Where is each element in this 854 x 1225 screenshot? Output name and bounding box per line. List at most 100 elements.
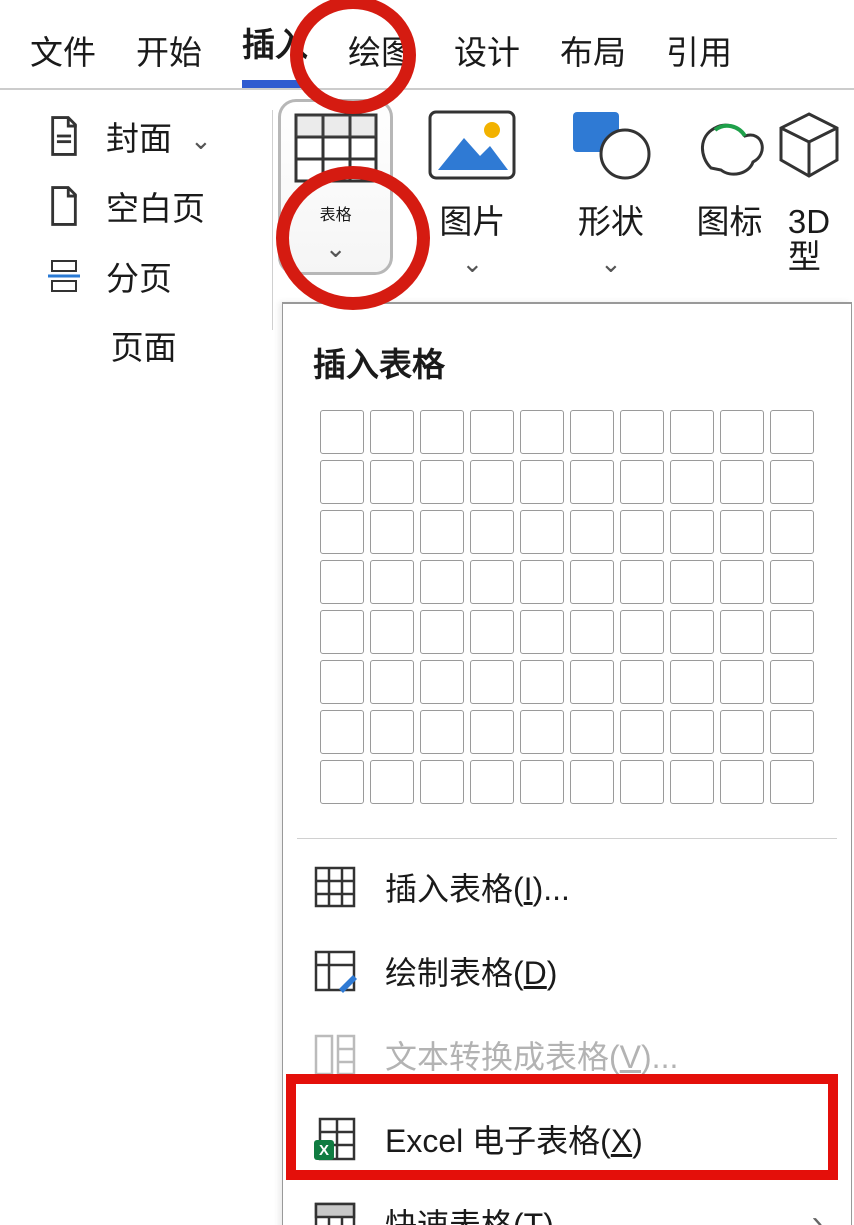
grid-cell[interactable] [520,460,564,504]
grid-cell[interactable] [370,710,414,754]
grid-cell[interactable] [320,410,364,454]
grid-cell[interactable] [470,610,514,654]
menu-quick-tables[interactable]: 快速表格(T) › [283,1181,851,1225]
grid-cell[interactable] [570,760,614,804]
grid-cell[interactable] [520,560,564,604]
grid-cell[interactable] [720,760,764,804]
grid-cell[interactable] [620,410,664,454]
grid-cell[interactable] [620,760,664,804]
grid-cell[interactable] [320,560,364,604]
grid-cell[interactable] [520,410,564,454]
grid-cell[interactable] [620,710,664,754]
grid-cell[interactable] [370,760,414,804]
grid-cell[interactable] [520,760,564,804]
btn-3d-models[interactable]: 3D 型 [779,95,839,274]
btn-shapes[interactable]: 形状 ⌄ [542,95,680,279]
grid-cell[interactable] [370,510,414,554]
grid-cell[interactable] [570,510,614,554]
grid-cell[interactable] [770,660,814,704]
grid-cell[interactable] [620,510,664,554]
grid-cell[interactable] [370,560,414,604]
grid-cell[interactable] [370,410,414,454]
table-size-grid[interactable] [283,410,851,828]
grid-cell[interactable] [720,510,764,554]
btn-page-break[interactable]: 分页 [40,245,272,307]
tab-home[interactable]: 开始 [136,26,202,88]
grid-cell[interactable] [570,710,614,754]
grid-cell[interactable] [420,660,464,704]
grid-cell[interactable] [470,410,514,454]
grid-cell[interactable] [470,460,514,504]
grid-cell[interactable] [770,610,814,654]
grid-cell[interactable] [670,510,714,554]
grid-cell[interactable] [520,710,564,754]
grid-cell[interactable] [670,760,714,804]
grid-cell[interactable] [620,460,664,504]
grid-cell[interactable] [420,560,464,604]
tab-layout[interactable]: 布局 [560,26,626,88]
grid-cell[interactable] [470,710,514,754]
btn-cover-page[interactable]: 封面 ⌄ [40,105,272,167]
grid-cell[interactable] [420,710,464,754]
grid-cell[interactable] [720,460,764,504]
grid-cell[interactable] [470,510,514,554]
grid-cell[interactable] [670,610,714,654]
grid-cell[interactable] [520,610,564,654]
grid-cell[interactable] [520,660,564,704]
grid-cell[interactable] [470,560,514,604]
grid-cell[interactable] [570,660,614,704]
grid-cell[interactable] [570,560,614,604]
grid-cell[interactable] [320,610,364,654]
grid-cell[interactable] [320,660,364,704]
grid-cell[interactable] [720,660,764,704]
grid-cell[interactable] [670,660,714,704]
grid-cell[interactable] [770,560,814,604]
tab-file[interactable]: 文件 [30,26,96,88]
grid-cell[interactable] [320,760,364,804]
btn-blank-page[interactable]: 空白页 [40,175,272,237]
grid-cell[interactable] [470,660,514,704]
tab-draw[interactable]: 绘图 [348,26,414,88]
grid-cell[interactable] [770,760,814,804]
grid-cell[interactable] [770,510,814,554]
grid-cell[interactable] [470,760,514,804]
grid-cell[interactable] [720,560,764,604]
grid-cell[interactable] [770,410,814,454]
grid-cell[interactable] [620,560,664,604]
grid-cell[interactable] [720,710,764,754]
grid-cell[interactable] [420,410,464,454]
grid-cell[interactable] [420,460,464,504]
btn-icons[interactable]: 图标 [680,95,779,240]
grid-cell[interactable] [720,410,764,454]
tab-insert[interactable]: 插入 [242,18,308,88]
grid-cell[interactable] [620,660,664,704]
menu-excel-spreadsheet[interactable]: X Excel 电子表格(X) [283,1097,851,1181]
grid-cell[interactable] [420,510,464,554]
btn-pictures[interactable]: 图片 ⌄ [403,95,541,279]
grid-cell[interactable] [520,510,564,554]
grid-cell[interactable] [770,710,814,754]
grid-cell[interactable] [420,760,464,804]
grid-cell[interactable] [720,610,764,654]
grid-cell[interactable] [320,710,364,754]
grid-cell[interactable] [570,460,614,504]
grid-cell[interactable] [570,610,614,654]
grid-cell[interactable] [670,560,714,604]
grid-cell[interactable] [370,460,414,504]
grid-cell[interactable] [420,610,464,654]
grid-cell[interactable] [770,460,814,504]
grid-cell[interactable] [370,610,414,654]
tab-design[interactable]: 设计 [454,26,520,88]
menu-insert-table[interactable]: 插入表格(I)... [283,845,851,929]
grid-cell[interactable] [570,410,614,454]
grid-cell[interactable] [670,460,714,504]
grid-cell[interactable] [320,460,364,504]
grid-cell[interactable] [320,510,364,554]
grid-cell[interactable] [370,660,414,704]
grid-cell[interactable] [670,410,714,454]
btn-table-dropdown[interactable]: 表格 ⌄ [278,99,393,275]
menu-draw-table[interactable]: 绘制表格(D) [283,929,851,1013]
tab-references[interactable]: 引用 [666,26,732,88]
grid-cell[interactable] [670,710,714,754]
grid-cell[interactable] [620,610,664,654]
